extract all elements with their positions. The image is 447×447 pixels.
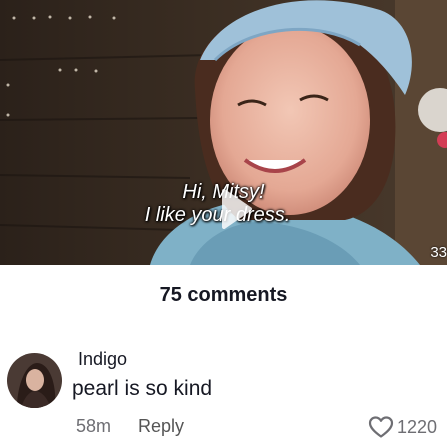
video-counter: 33 bbox=[430, 244, 447, 261]
reply-button[interactable]: Reply bbox=[138, 416, 184, 436]
tiktok-comment-screen: Hi, Mitsy! I like your dress. 33 75 comm… bbox=[0, 0, 447, 447]
avatar[interactable] bbox=[7, 353, 62, 408]
comment-username[interactable]: Indigo bbox=[78, 349, 127, 370]
play-icon[interactable] bbox=[220, 187, 254, 231]
like-button[interactable]: 1220 bbox=[368, 413, 437, 441]
like-count: 1220 bbox=[397, 416, 438, 437]
comment-time: 58m bbox=[76, 416, 112, 436]
video-player[interactable]: Hi, Mitsy! I like your dress. 33 bbox=[0, 0, 447, 265]
comment-meta: 58m Reply bbox=[76, 416, 184, 437]
comments-count-title: 75 comments bbox=[159, 284, 288, 306]
avatar-image bbox=[7, 353, 62, 408]
comment-text: pearl is so kind bbox=[72, 377, 213, 400]
heart-icon bbox=[368, 416, 394, 438]
